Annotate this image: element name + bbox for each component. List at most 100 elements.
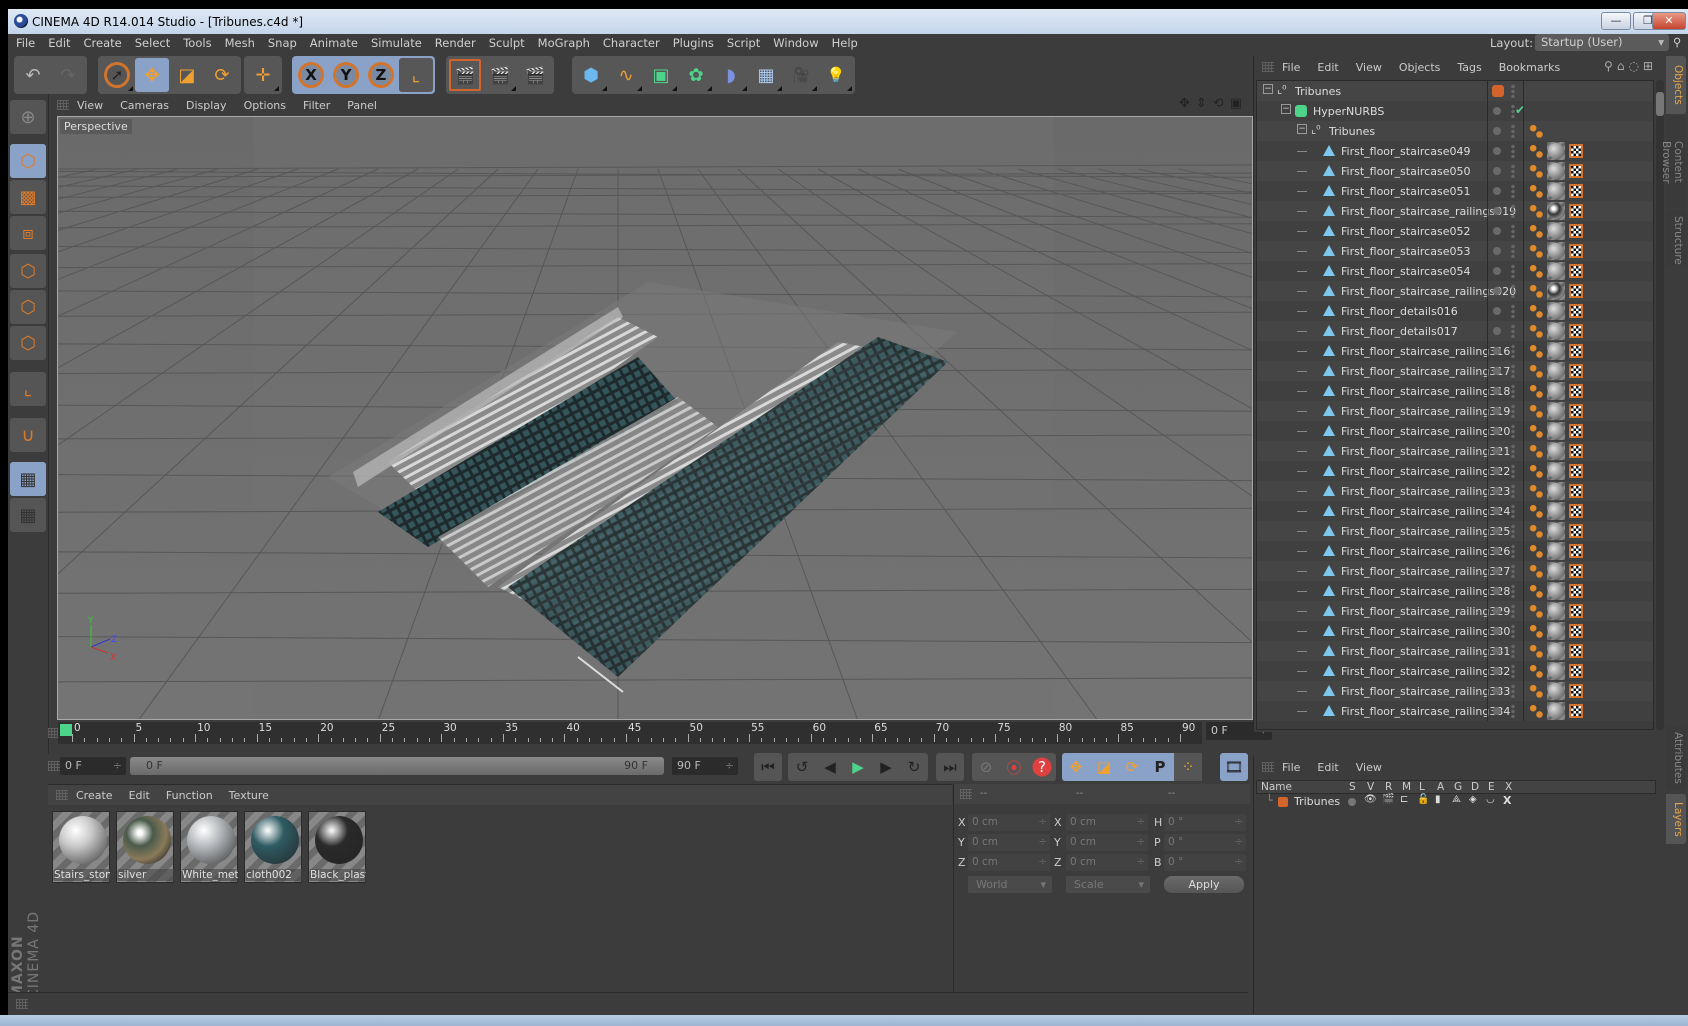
object-tree-row[interactable]: First_floor_staircase_railing328 (1257, 581, 1653, 601)
home-icon[interactable]: ⌂ (1617, 59, 1629, 73)
object-tree-row[interactable]: First_floor_staircase049 (1257, 141, 1653, 161)
om-menu-bookmarks[interactable]: Bookmarks (1499, 61, 1560, 74)
menu-file[interactable]: File (16, 36, 35, 50)
material-tag-icon[interactable] (1547, 702, 1565, 720)
preview-range-slider[interactable]: 0 F 90 F (130, 757, 664, 775)
visibility-dot-icon[interactable] (1493, 287, 1501, 295)
phong-tag-icon[interactable] (1529, 504, 1543, 518)
material-tag-icon[interactable] (1547, 642, 1565, 660)
uvw-tag-icon[interactable] (1569, 584, 1583, 598)
material-tag-icon[interactable] (1547, 222, 1565, 240)
object-tree-row[interactable]: − HyperNURBS ✔ (1257, 101, 1653, 121)
y-axis-lock-button[interactable]: Y (329, 58, 363, 92)
viewport-menu-options[interactable]: Options (244, 99, 286, 112)
material-tag-icon[interactable] (1547, 462, 1565, 480)
material-tag-icon[interactable] (1547, 562, 1565, 580)
phong-tag-icon[interactable] (1529, 184, 1543, 198)
object-tree-row[interactable]: First_floor_staircase_railing316 (1257, 341, 1653, 361)
uvw-tag-icon[interactable] (1569, 344, 1583, 358)
object-tree-row[interactable]: First_floor_staircase_railing332 (1257, 661, 1653, 681)
minimize-button[interactable]: — (1601, 12, 1631, 30)
render-view-icon[interactable]: 🎬 (448, 58, 482, 92)
key-rotation-icon[interactable]: ⟳ (1118, 753, 1146, 781)
material-swatch[interactable]: White_met (180, 811, 238, 883)
object-tree-row[interactable]: First_floor_staircase_railing320 (1257, 421, 1653, 441)
play-icon[interactable]: ▶ (844, 753, 872, 781)
material-tag-icon[interactable] (1547, 402, 1565, 420)
material-menu-edit[interactable]: Edit (129, 789, 150, 802)
tab-attributes[interactable]: Attributes (1666, 726, 1686, 790)
object-name[interactable]: First_floor_staircase_railing325 (1341, 525, 1510, 538)
menu-edit[interactable]: Edit (48, 36, 70, 50)
cinema4d-app-icon[interactable] (14, 14, 28, 28)
close-button[interactable]: ✕ (1652, 12, 1686, 30)
editor-render-visibility-icon[interactable] (1511, 244, 1515, 258)
move-icon[interactable]: ✥ (135, 58, 169, 92)
object-name[interactable]: First_floor_staircase_railings020 (1341, 285, 1516, 298)
phong-tag-icon[interactable] (1529, 664, 1543, 678)
phong-tag-icon[interactable] (1529, 524, 1543, 538)
material-tag-icon[interactable] (1547, 442, 1565, 460)
visibility-dot-icon[interactable] (1493, 167, 1501, 175)
menu-mesh[interactable]: Mesh (225, 36, 255, 50)
object-tree-row[interactable]: First_floor_staircase_railing319 (1257, 401, 1653, 421)
phong-tag-icon[interactable] (1529, 584, 1543, 598)
column-render[interactable]: R (1385, 781, 1392, 793)
visibility-dot-icon[interactable] (1493, 587, 1501, 595)
editor-render-visibility-icon[interactable] (1511, 384, 1515, 398)
undo-icon[interactable]: ↶ (16, 58, 50, 92)
next-key-icon[interactable]: ↻ (900, 753, 928, 781)
menu-create[interactable]: Create (84, 36, 122, 50)
object-name[interactable]: First_floor_staircase_railing334 (1341, 705, 1510, 718)
light-icon[interactable]: 💡 (819, 58, 853, 92)
viewport-menu-display[interactable]: Display (186, 99, 227, 112)
phong-tag-icon[interactable] (1529, 564, 1543, 578)
object-tree-row[interactable]: First_floor_staircase_railing325 (1257, 521, 1653, 541)
object-tree-row[interactable]: First_floor_staircase053 (1257, 241, 1653, 261)
editor-render-visibility-icon[interactable] (1511, 644, 1515, 658)
live-selection-icon[interactable]: ➚ (100, 58, 134, 92)
phong-tag-icon[interactable] (1529, 464, 1543, 478)
menu-help[interactable]: Help (832, 36, 858, 50)
material-tag-icon[interactable] (1547, 522, 1565, 540)
expand-collapse-icon[interactable]: − (1297, 124, 1307, 134)
phong-tag-icon[interactable] (1529, 704, 1543, 718)
object-name[interactable]: First_floor_staircase054 (1341, 265, 1470, 278)
object-tree-row[interactable]: First_floor_staircase_railing334 (1257, 701, 1653, 721)
material-tag-icon[interactable] (1547, 142, 1565, 160)
object-tree-row[interactable]: First_floor_staircase_railing324 (1257, 501, 1653, 521)
object-name[interactable]: First_floor_details016 (1341, 305, 1458, 318)
uvw-tag-icon[interactable] (1569, 684, 1583, 698)
material-tag-icon[interactable] (1547, 382, 1565, 400)
object-name[interactable]: First_floor_staircase049 (1341, 145, 1470, 158)
z-axis-lock-button[interactable]: Z (364, 58, 398, 92)
visibility-dot-icon[interactable] (1493, 527, 1501, 535)
floor-icon[interactable]: ▦ (749, 58, 783, 92)
record-disabled-icon[interactable]: ⊘ (972, 753, 1000, 781)
link-icon[interactable]: ◌ (1628, 59, 1642, 73)
autokey-icon[interactable]: ? (1028, 753, 1056, 781)
object-tree-row[interactable]: First_floor_staircase_railing326 (1257, 541, 1653, 561)
material-menu-texture[interactable]: Texture (229, 789, 269, 802)
editor-render-visibility-icon[interactable] (1511, 324, 1515, 338)
material-tag-icon[interactable] (1547, 422, 1565, 440)
menu-character[interactable]: Character (603, 36, 660, 50)
material-tag-icon[interactable] (1547, 362, 1565, 380)
uvw-tag-icon[interactable] (1569, 404, 1583, 418)
material-tag-icon[interactable] (1547, 182, 1565, 200)
phong-tag-icon[interactable] (1529, 364, 1543, 378)
menu-script[interactable]: Script (727, 36, 760, 50)
material-tag-icon[interactable] (1547, 342, 1565, 360)
uvw-tag-icon[interactable] (1569, 204, 1583, 218)
object-name[interactable]: First_floor_staircase050 (1341, 165, 1470, 178)
texture-mode-icon[interactable]: ▩ (10, 180, 46, 214)
material-tag-icon[interactable] (1547, 582, 1565, 600)
om-menu-edit[interactable]: Edit (1317, 61, 1338, 74)
3d-viewport-perspective[interactable]: Perspective Y Z X (57, 116, 1253, 720)
phong-tag-icon[interactable] (1529, 384, 1543, 398)
panel-grip[interactable] (960, 789, 972, 799)
om-menu-tags[interactable]: Tags (1457, 61, 1481, 74)
object-name[interactable]: First_floor_staircase_railing320 (1341, 425, 1510, 438)
menu-tools[interactable]: Tools (183, 36, 211, 50)
uvw-tag-icon[interactable] (1569, 224, 1583, 238)
